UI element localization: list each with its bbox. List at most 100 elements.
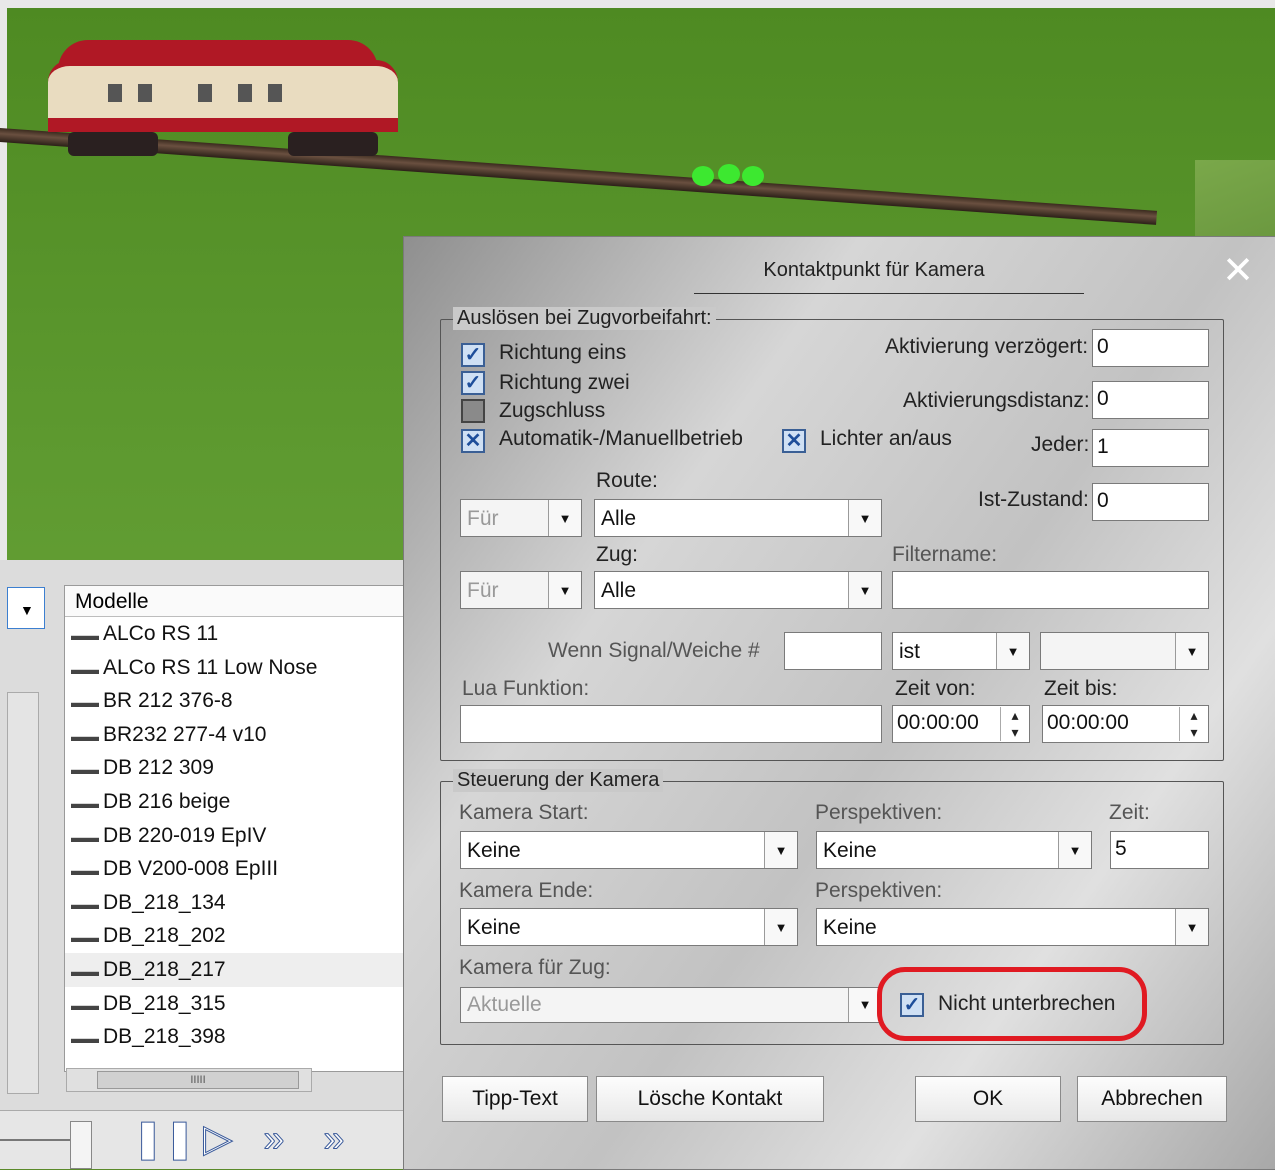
signal-state2-select[interactable]: ▼ bbox=[1040, 632, 1209, 670]
list-item[interactable]: ▬▬ DB 216 beige bbox=[65, 785, 403, 819]
chevron-down-icon: ▼ bbox=[1175, 633, 1208, 669]
locomotive-icon: ▬▬ bbox=[71, 694, 99, 711]
zug-select[interactable]: Alle ▼ bbox=[594, 571, 882, 609]
horizontal-scrollbar[interactable]: IIIII bbox=[66, 1068, 312, 1092]
signal-number-input[interactable] bbox=[784, 632, 882, 670]
ist-zustand-input[interactable]: 0 bbox=[1092, 483, 1209, 521]
aktivierung-verzoegert-label: Aktivierung verzögert: bbox=[885, 335, 1089, 358]
play-icon[interactable]: ▷ bbox=[196, 1117, 240, 1161]
list-item-label: DB 212 309 bbox=[103, 756, 214, 780]
signal-state-select[interactable]: ist ▼ bbox=[892, 632, 1030, 670]
zug-fuer-select[interactable]: Für ▼ bbox=[460, 571, 582, 609]
list-item-label: DB_218_217 bbox=[103, 957, 226, 981]
chevron-down-icon: ▼ bbox=[848, 572, 881, 608]
jeder-label: Jeder: bbox=[1031, 433, 1090, 456]
zugschluss-checkbox[interactable] bbox=[461, 399, 485, 423]
list-item[interactable]: ▬▬ DB_218_315 bbox=[65, 987, 403, 1021]
highlight-annotation bbox=[877, 967, 1147, 1041]
list-item-label: DB 216 beige bbox=[103, 789, 231, 813]
jeder-input[interactable]: 1 bbox=[1092, 429, 1209, 467]
close-icon[interactable]: ✕ bbox=[1222, 251, 1254, 291]
zeit-bis-input[interactable]: 00:00:00 ▴ ▾ bbox=[1042, 705, 1209, 743]
models-header[interactable]: Modelle bbox=[65, 586, 403, 617]
locomotive-icon: ▬▬ bbox=[71, 727, 99, 744]
list-item-label: BR232 277-4 v10 bbox=[103, 722, 267, 746]
perspektiven1-select[interactable]: Keine ▼ bbox=[816, 831, 1092, 869]
kamera-ende-select[interactable]: Keine ▼ bbox=[460, 908, 798, 946]
list-item-label: ALCo RS 11 Low Nose bbox=[103, 655, 318, 679]
chevron-down-icon: ▼ bbox=[1175, 909, 1208, 945]
vertical-scrollbar[interactable] bbox=[7, 692, 39, 1094]
kamera-zug-select[interactable]: Aktuelle ▼ bbox=[460, 987, 882, 1023]
locomotive-icon: ▬▬ bbox=[71, 929, 99, 946]
perspektiven1-label: Perspektiven: bbox=[815, 801, 943, 824]
scrollbar-thumb[interactable]: IIIII bbox=[97, 1071, 299, 1089]
perspektiven2-label: Perspektiven: bbox=[815, 879, 943, 902]
list-item[interactable]: ▬▬ BR232 277-4 v10 bbox=[65, 718, 403, 752]
aktivierung-verzoegert-input[interactable]: 0 bbox=[1092, 329, 1209, 367]
richtung-eins-label: Richtung eins bbox=[499, 341, 627, 364]
kamera-zug-label: Kamera für Zug: bbox=[459, 956, 611, 979]
locomotive-icon: ▬▬ bbox=[71, 862, 99, 879]
list-item[interactable]: ▬▬ DB_218_202 bbox=[65, 919, 403, 953]
speed-slider-knob[interactable] bbox=[70, 1121, 92, 1169]
route-fuer-select[interactable]: Für ▼ bbox=[460, 499, 582, 537]
loesche-kontakt-button[interactable]: Lösche Kontakt bbox=[596, 1076, 824, 1122]
list-item-label: DB_218_315 bbox=[103, 991, 226, 1015]
list-item[interactable]: ▬▬ DB V200-008 EpIII bbox=[65, 852, 403, 886]
automatik-checkbox[interactable]: ✕ bbox=[461, 429, 485, 453]
locomotive-icon: ▬▬ bbox=[71, 1030, 99, 1047]
locomotive-icon: ▬▬ bbox=[71, 895, 99, 912]
list-item[interactable]: ▬▬ BR 212 376-8 bbox=[65, 684, 403, 718]
chevron-down-icon: ▼ bbox=[1058, 832, 1091, 868]
aktivierungsdistanz-label: Aktivierungsdistanz: bbox=[903, 389, 1090, 412]
fast-forward-icon[interactable]: » bbox=[252, 1117, 296, 1161]
contact-point-marker[interactable] bbox=[692, 164, 766, 186]
list-item[interactable]: ▬▬ DB_218_217 bbox=[65, 952, 403, 987]
chevron-down-icon: ▼ bbox=[848, 500, 881, 536]
list-item-label: DB V200-008 EpIII bbox=[103, 857, 279, 881]
list-item-label: DB 220-019 EpIV bbox=[103, 823, 267, 847]
abbrechen-button[interactable]: Abbrechen bbox=[1077, 1076, 1227, 1122]
locomotive-model[interactable] bbox=[48, 40, 403, 158]
kamera-start-select[interactable]: Keine ▼ bbox=[460, 831, 798, 869]
list-item[interactable]: ▬▬ DB_218_134 bbox=[65, 886, 403, 920]
zeit-bis-spinner[interactable]: ▴ ▾ bbox=[1179, 707, 1208, 741]
richtung-zwei-checkbox[interactable]: ✓ bbox=[461, 371, 485, 395]
category-dropdown[interactable]: ▼ bbox=[7, 587, 45, 629]
lua-function-input[interactable] bbox=[460, 705, 882, 743]
faster-forward-icon[interactable]: » bbox=[312, 1117, 356, 1161]
aktivierungsdistanz-input[interactable]: 0 bbox=[1092, 381, 1209, 419]
locomotive-icon: ▬▬ bbox=[71, 794, 99, 811]
list-item[interactable]: ▬▬ ALCo RS 11 bbox=[65, 617, 403, 651]
list-item[interactable]: ▬▬ DB_218_398 bbox=[65, 1020, 403, 1054]
signal-label: Wenn Signal/Weiche # bbox=[548, 639, 760, 662]
playback-bar: ❚❚ ▷ » » bbox=[0, 1110, 405, 1169]
list-item[interactable]: ▬▬ ALCo RS 11 Low Nose bbox=[65, 651, 403, 685]
list-item[interactable]: ▬▬ DB 220-019 EpIV bbox=[65, 819, 403, 853]
ok-button[interactable]: OK bbox=[915, 1076, 1061, 1122]
tipp-text-button[interactable]: Tipp-Text bbox=[442, 1076, 588, 1122]
filtername-label: Filtername: bbox=[892, 543, 998, 566]
route-label: Route: bbox=[596, 469, 658, 492]
richtung-eins-checkbox[interactable]: ✓ bbox=[461, 343, 485, 367]
list-item[interactable]: ▬▬ DB 212 309 bbox=[65, 751, 403, 785]
zeit-input[interactable]: 5 bbox=[1110, 831, 1209, 869]
title-underline bbox=[694, 293, 1084, 294]
lichter-checkbox[interactable]: ✕ bbox=[782, 429, 806, 453]
perspektiven2-select[interactable]: Keine ▼ bbox=[816, 908, 1209, 946]
route-select[interactable]: Alle ▼ bbox=[594, 499, 882, 537]
zeit-von-spinner[interactable]: ▴ ▾ bbox=[1000, 707, 1029, 741]
contact-point-dialog: Kontaktpunkt für Kamera ✕ Auslösen bei Z… bbox=[403, 236, 1275, 1170]
chevron-down-icon: ▼ bbox=[548, 572, 581, 608]
kamera-start-label: Kamera Start: bbox=[459, 801, 589, 824]
list-item-label: DB_218_398 bbox=[103, 1025, 226, 1049]
filtername-input[interactable] bbox=[892, 571, 1209, 609]
lichter-label: Lichter an/aus bbox=[820, 427, 952, 450]
chevron-down-icon: ▼ bbox=[20, 602, 34, 618]
zeit-von-input[interactable]: 00:00:00 ▴ ▾ bbox=[892, 705, 1030, 743]
list-item-label: ALCo RS 11 bbox=[103, 622, 219, 645]
ist-zustand-label: Ist-Zustand: bbox=[978, 488, 1089, 511]
chevron-down-icon: ▼ bbox=[548, 500, 581, 536]
pause-icon[interactable]: ❚❚ bbox=[132, 1117, 197, 1161]
